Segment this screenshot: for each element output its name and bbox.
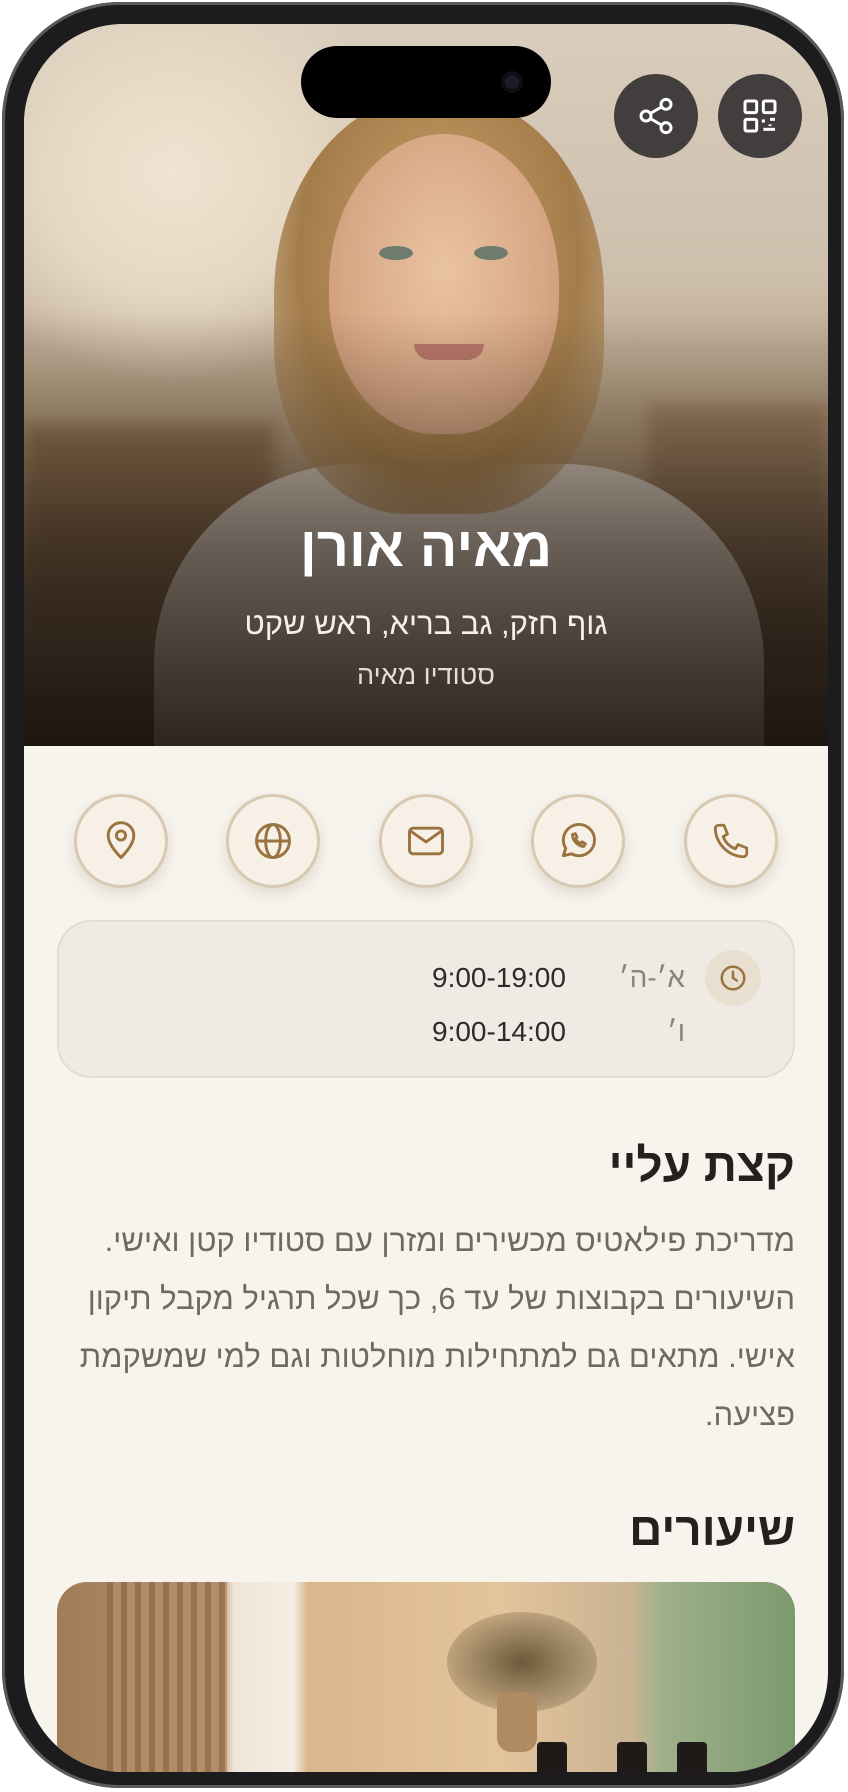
class-card-image[interactable] bbox=[57, 1582, 795, 1772]
hours-time: 9:00-19:00 bbox=[432, 962, 566, 993]
share-button[interactable] bbox=[614, 74, 698, 158]
about-text: מדריכת פילאטיס מכשירים ומזרן עם סטודיו ק… bbox=[79, 1223, 795, 1432]
profile-name: מאיה אורן bbox=[299, 515, 553, 578]
about-title: קצת עליי bbox=[608, 1139, 795, 1191]
qr-code-button[interactable] bbox=[718, 74, 802, 158]
hours-day: ו׳ bbox=[666, 1016, 685, 1047]
share-icon bbox=[639, 97, 673, 135]
opening-hours-card: א׳-ה׳ 9:00-19:00 ו׳ 9:00-14:00 bbox=[57, 920, 795, 1078]
phone-frame: מאיה אורן גוף חזק, גב בריא, ראש שקט סטוד… bbox=[2, 2, 844, 1788]
studio-name: סטודיו מאיה bbox=[357, 660, 495, 690]
clock-icon bbox=[705, 950, 761, 1006]
qr-code-icon bbox=[743, 99, 777, 133]
mail-icon bbox=[408, 826, 444, 856]
website-button[interactable] bbox=[226, 794, 320, 888]
classes-title: שיעורים bbox=[629, 1503, 795, 1555]
phone-icon bbox=[713, 823, 749, 859]
contact-actions bbox=[24, 794, 828, 890]
location-button[interactable] bbox=[74, 794, 168, 888]
hero-photo: מאיה אורן גוף חזק, גב בריא, ראש שקט סטוד… bbox=[24, 24, 828, 746]
whatsapp-button[interactable] bbox=[531, 794, 625, 888]
globe-icon bbox=[255, 823, 291, 859]
hours-time: 9:00-14:00 bbox=[432, 1016, 566, 1047]
phone-button[interactable] bbox=[684, 794, 778, 888]
screen: מאיה אורן גוף חזק, גב בריא, ראש שקט סטוד… bbox=[24, 24, 828, 1772]
map-pin-icon bbox=[106, 821, 136, 859]
dynamic-island bbox=[301, 46, 551, 118]
hours-day: א׳-ה׳ bbox=[618, 962, 685, 993]
email-button[interactable] bbox=[379, 794, 473, 888]
whatsapp-icon bbox=[561, 823, 596, 858]
profile-tagline: גוף חזק, גב בריא, ראש שקט bbox=[244, 606, 608, 641]
